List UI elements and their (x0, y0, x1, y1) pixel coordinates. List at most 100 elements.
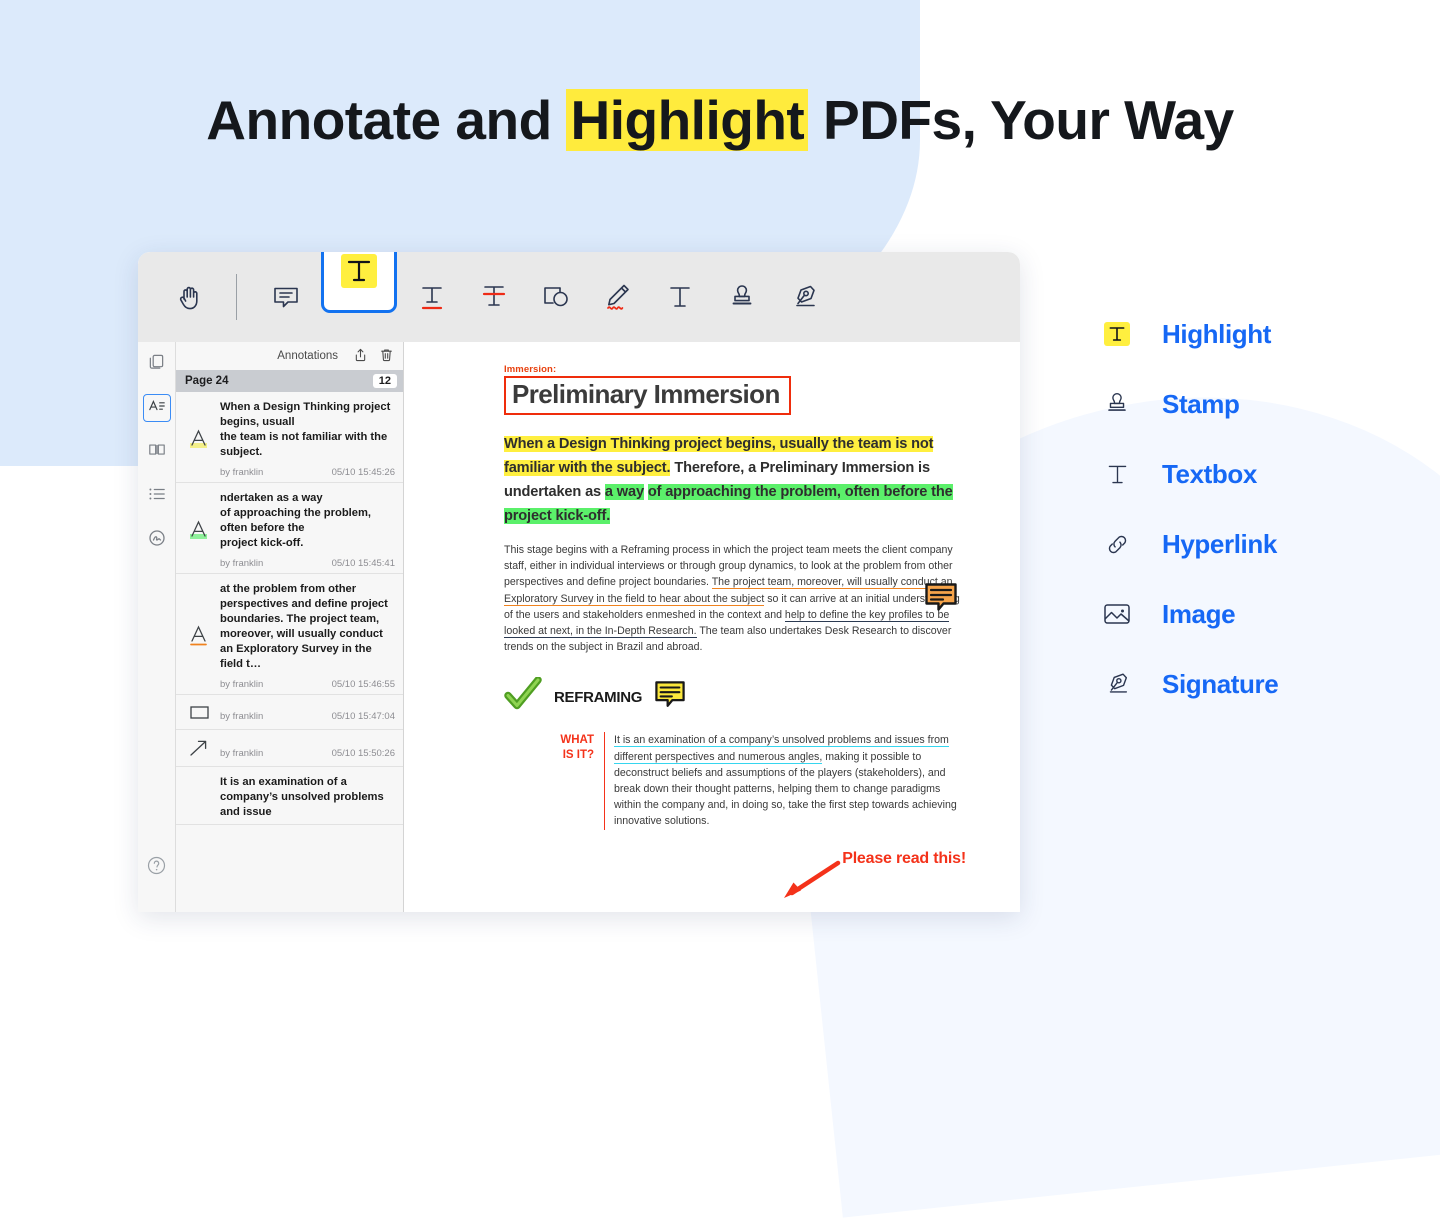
annotation-time: 05/10 15:46:55 (332, 679, 395, 690)
strikethrough-tool-button[interactable] (463, 269, 525, 325)
legend-item-textbox[interactable]: Textbox (1100, 452, 1278, 496)
highlight-green-a-icon (182, 491, 220, 569)
annotation-author: by franklin (220, 748, 263, 759)
signature-pen-icon (789, 282, 819, 312)
pdf-page-view[interactable]: Immersion: Preliminary Immersion When a … (404, 342, 1020, 912)
stamp-icon (727, 282, 757, 312)
rectangle-shape-icon (182, 703, 220, 723)
reframing-label: REFRAMING (554, 689, 642, 706)
pencil-squiggle-icon (603, 281, 633, 313)
app-body: Annotations Page 24 (138, 342, 1020, 912)
background-shape-left-block (0, 0, 145, 466)
annotation-meta: by franklin 05/10 15:45:41 (220, 558, 395, 569)
what-is-it-label-line-1: WHAT (560, 734, 594, 746)
annotations-panel-title: Annotations (277, 350, 338, 362)
highlight-text-icon (341, 254, 377, 288)
legend-item-image[interactable]: Image (1100, 592, 1278, 636)
annotation-icon-placeholder (182, 775, 220, 820)
headline-part-after: PDFs, Your Way (808, 89, 1233, 151)
pdf-app-window: Annotations Page 24 (138, 252, 1020, 912)
annotations-panel: Annotations Page 24 (176, 342, 404, 912)
underline-tool-button[interactable] (401, 269, 463, 325)
annotations-panel-header: Annotations (176, 342, 403, 370)
image-icon (1100, 601, 1134, 627)
textbox-tool-button[interactable] (649, 269, 711, 325)
sidebar-item-outline[interactable] (143, 482, 171, 510)
sidebar-item-signature[interactable] (143, 526, 171, 554)
left-icon-rail (138, 342, 176, 912)
signature-pen-icon (1100, 670, 1134, 698)
legend-label: Textbox (1162, 459, 1257, 490)
list-item-body: by franklin 05/10 15:47:04 (220, 704, 395, 723)
list-item[interactable]: When a Design Thinking project begins, u… (176, 392, 403, 483)
document-title-box: Preliminary Immersion (504, 376, 791, 415)
thumbnails-icon (148, 353, 165, 375)
shapes-tool-button[interactable] (525, 269, 587, 325)
draw-tool-button[interactable] (587, 269, 649, 325)
stamp-tool-button[interactable] (711, 269, 773, 325)
hand-tool-button[interactable] (160, 269, 222, 325)
highlight-text-icon (1104, 322, 1130, 346)
legend-label: Highlight (1162, 319, 1271, 350)
annotation-meta: by franklin 05/10 15:45:26 (220, 467, 395, 478)
page-title: Annotate and Highlight PDFs, Your Way (0, 88, 1440, 152)
sidebar-item-annotations[interactable] (143, 394, 171, 422)
page-annotation-count: 12 (373, 374, 397, 388)
annotation-text: When a Design Thinking project begins, u… (220, 400, 395, 460)
legend-label: Signature (1162, 669, 1278, 700)
annotation-meta: by franklin 05/10 15:50:26 (220, 748, 395, 759)
annotation-meta: by franklin 05/10 15:46:55 (220, 679, 395, 690)
legend-label: Stamp (1162, 389, 1239, 420)
callout-text: Please read this! (842, 850, 966, 868)
share-icon[interactable] (354, 348, 367, 365)
document-body-paragraph: This stage begins with a Reframing proce… (504, 542, 964, 655)
sidebar-item-thumbnails[interactable] (143, 350, 171, 378)
annotation-time: 05/10 15:45:26 (332, 467, 395, 478)
legend-item-hyperlink[interactable]: Hyperlink (1100, 522, 1278, 566)
underline-orange-a-icon (182, 582, 220, 690)
list-item-body: It is an examination of a company’s unso… (220, 775, 395, 820)
toolbar-divider (236, 274, 237, 320)
sidebar-item-book-view[interactable] (143, 438, 171, 466)
legend-item-highlight[interactable]: Highlight (1100, 312, 1278, 356)
list-item[interactable]: by franklin 05/10 15:47:04 (176, 695, 403, 730)
hyperlink-icon (1100, 531, 1134, 558)
list-item-body: at the problem from other perspectives a… (220, 582, 395, 690)
annotation-meta: by franklin 05/10 15:47:04 (220, 711, 395, 722)
help-button[interactable] (143, 854, 171, 882)
list-item[interactable]: by franklin 05/10 15:50:26 (176, 730, 403, 767)
signature-tool-button[interactable] (773, 269, 835, 325)
legend-label: Hyperlink (1162, 529, 1277, 560)
headline-highlighted-word: Highlight (566, 89, 808, 151)
what-is-it-text: It is an examination of a company’s unso… (604, 732, 964, 829)
hand-icon (177, 282, 205, 312)
page-group-row[interactable]: Page 24 12 (176, 370, 403, 392)
sticky-note-orange-icon[interactable] (924, 582, 958, 622)
annotations-list-icon (148, 398, 166, 419)
lead-green-highlight-1: a way (605, 484, 644, 500)
what-is-it-block: WHATIS IT? It is an examination of a com… (504, 732, 964, 829)
help-icon (147, 856, 166, 880)
annotation-author: by franklin (220, 558, 263, 569)
legend-item-signature[interactable]: Signature (1100, 662, 1278, 706)
note-tool-button[interactable] (255, 269, 317, 325)
arrow-shape-icon (182, 738, 220, 760)
stamp-icon (1100, 390, 1134, 418)
legend-highlight-icon-wrap (1100, 322, 1134, 346)
annotation-text: It is an examination of a company’s unso… (220, 775, 395, 820)
strikethrough-text-icon (479, 281, 509, 313)
highlight-tool-button[interactable] (321, 252, 397, 313)
legend-item-stamp[interactable]: Stamp (1100, 382, 1278, 426)
green-check-icon (504, 677, 542, 718)
shapes-icon (540, 282, 572, 312)
textbox-t-icon (1100, 461, 1134, 488)
list-item-body: ndertaken as a wayof approaching the pro… (220, 491, 395, 569)
list-item[interactable]: It is an examination of a company’s unso… (176, 767, 403, 825)
sticky-note-yellow-icon[interactable] (654, 680, 686, 715)
trash-icon[interactable] (380, 348, 393, 365)
list-item-body: When a Design Thinking project begins, u… (220, 400, 395, 478)
document-title: Preliminary Immersion (512, 379, 780, 409)
list-item[interactable]: at the problem from other perspectives a… (176, 574, 403, 695)
list-item[interactable]: ndertaken as a wayof approaching the pro… (176, 483, 403, 574)
annotation-text: ndertaken as a wayof approaching the pro… (220, 491, 395, 551)
